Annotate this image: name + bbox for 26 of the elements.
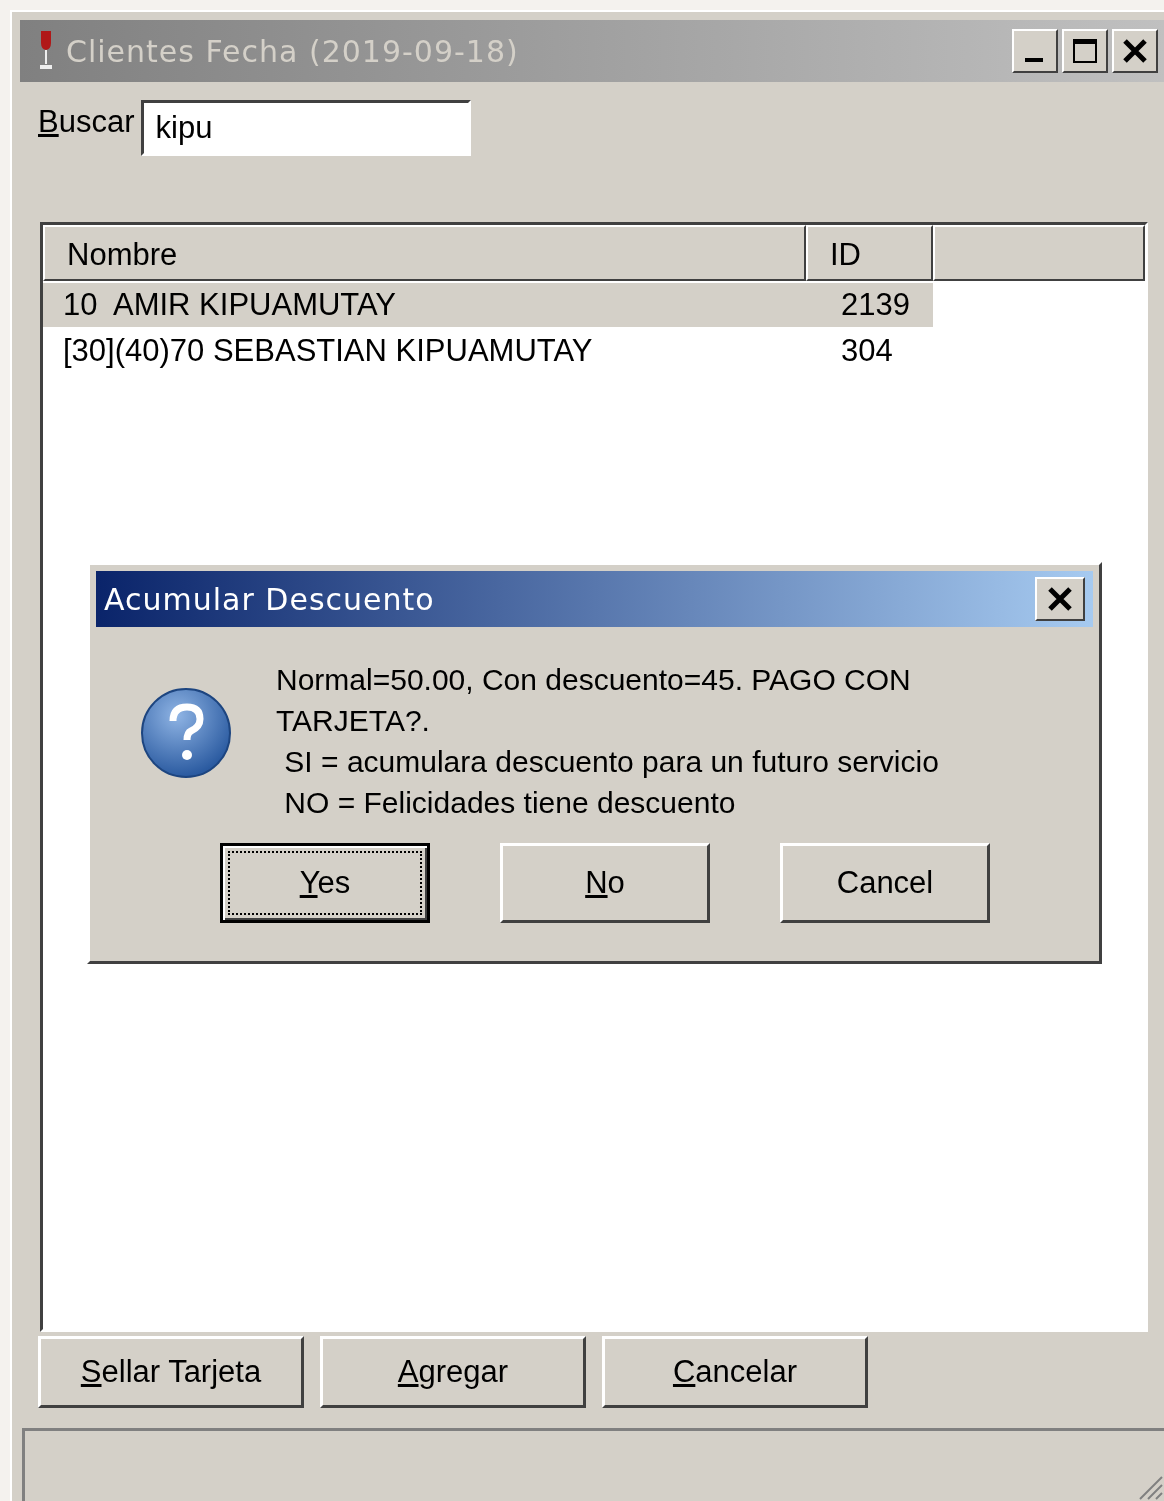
dialog-button[interactable]: Yes bbox=[220, 843, 430, 923]
minimize-button[interactable] bbox=[1012, 29, 1058, 73]
table-row[interactable]: [30](40)70 SEBASTIAN KIPUAMUTAY 304 bbox=[43, 329, 933, 373]
dialog-message: Normal=50.00, Con descuento=45. PAGO CON TARJETA?. SI = acumulara descuento para un futuro servicio NO = Felicidades tiene descuento bbox=[276, 662, 940, 821]
action-button[interactable]: Sellar Tarjeta bbox=[38, 1336, 304, 1408]
close-button[interactable] bbox=[1112, 29, 1158, 73]
window-title: Clientes Fecha (2019-09-18) bbox=[66, 33, 520, 69]
minimize-icon bbox=[1025, 57, 1045, 63]
table-row[interactable]: 10 AMIR KIPUAMUTAY 2139 bbox=[43, 283, 933, 327]
table-cell-text: 304 bbox=[840, 333, 893, 369]
maximize-button[interactable] bbox=[1062, 29, 1108, 73]
column-header[interactable]: Nombre bbox=[43, 225, 806, 281]
table-cell-text: 2139 bbox=[840, 287, 910, 323]
table-cell-text: 10 AMIR KIPUAMUTAY bbox=[62, 287, 398, 323]
dialog-button[interactable]: No bbox=[500, 843, 710, 923]
maximize-icon bbox=[1070, 36, 1100, 66]
action-button[interactable]: Cancelar bbox=[602, 1336, 868, 1408]
close-button[interactable] bbox=[1035, 577, 1085, 621]
table-cell-text: [30](40)70 SEBASTIAN KIPUAMUTAY bbox=[62, 333, 594, 369]
dialog-title: Acumular Descuento bbox=[104, 581, 436, 617]
search-label: Buscar bbox=[38, 104, 135, 140]
question-icon bbox=[140, 687, 232, 779]
action-button[interactable]: Agregar bbox=[320, 1336, 586, 1408]
dialog-button[interactable]: Cancel bbox=[780, 843, 990, 923]
search-field[interactable]: kipu bbox=[140, 100, 471, 156]
column-header[interactable]: ID bbox=[806, 225, 933, 281]
